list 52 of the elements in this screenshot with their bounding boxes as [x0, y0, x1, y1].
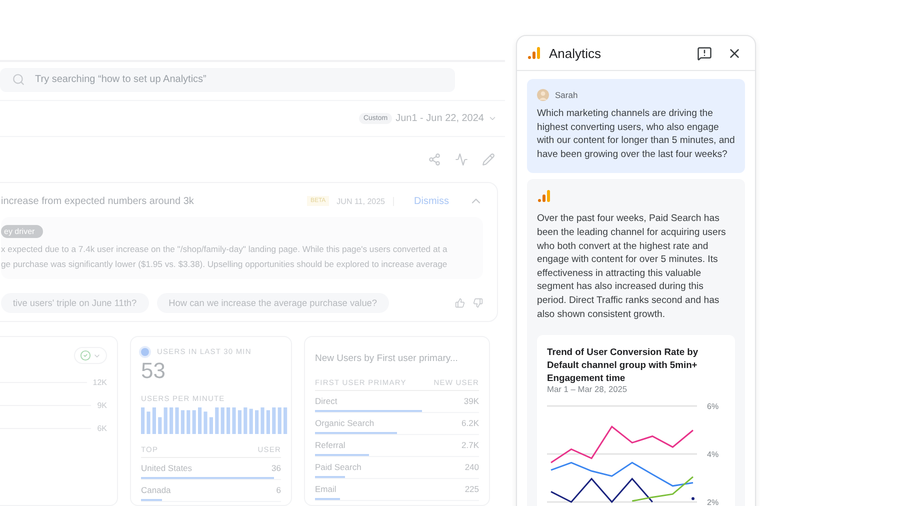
- axis-label: 6%: [707, 402, 719, 412]
- analytics-logo-icon: [527, 46, 541, 60]
- analytics-logo-icon: [537, 189, 551, 204]
- message-text: Which marketing channels are driving the highest converting users, who also engage with our content for longer than 5 minutes, and have been growing over the last four weeks?: [537, 107, 735, 162]
- card-title: New Users by First user primary...: [315, 353, 459, 364]
- table-cell: 6: [276, 485, 281, 495]
- status-dropdown[interactable]: [74, 347, 107, 364]
- axis-label: 12K: [92, 378, 107, 387]
- user-count: 53: [141, 358, 166, 384]
- axis-label: 9K: [97, 401, 107, 410]
- table-cell: Paid Search: [315, 462, 362, 472]
- table-cell: United States: [141, 463, 192, 473]
- axis-label: 2%: [707, 498, 719, 506]
- live-dot-icon: [141, 348, 149, 356]
- suggestion-chip[interactable]: tive users' triple on June 11th?: [1, 293, 149, 313]
- thumbs-up-icon[interactable]: [455, 298, 465, 308]
- table-cell: 36: [272, 463, 281, 473]
- table-cell: Email: [315, 484, 336, 494]
- check-circle-icon: [80, 350, 91, 361]
- axis-label: 6K: [97, 424, 107, 433]
- insight-text: x expected due to a 7.4k user increase on the "/shop/family-day" landing page. While this page's users converted at a: [1, 244, 448, 254]
- axis-label: 4%: [707, 450, 719, 460]
- chart-title: Trend of User Conversion Rate by Default channel group with 5min+ Engagement time: [547, 345, 700, 384]
- table-cell: 6.2K: [462, 418, 479, 428]
- search-field[interactable]: Try searching “how to set up Analytics”: [0, 68, 455, 92]
- insight-date: JUN 11, 2025: [336, 196, 394, 206]
- trend-line-icon[interactable]: [455, 153, 468, 166]
- pencil-icon[interactable]: [482, 153, 495, 166]
- feedback-icon: [696, 46, 712, 60]
- thumbs-down-icon[interactable]: [473, 298, 483, 308]
- avatar-icon: [537, 89, 549, 101]
- table-cell: Canada: [141, 485, 171, 495]
- search-placeholder: Try searching “how to set up Analytics”: [35, 74, 206, 86]
- search-icon: [12, 73, 25, 86]
- table-cell: Direct: [315, 396, 338, 406]
- suggestion-chip[interactable]: How can we increase the average purchase value?: [156, 293, 390, 313]
- panel-title: Analytics: [549, 46, 602, 60]
- author-name: Sarah: [555, 90, 578, 100]
- table-cell: 39K: [464, 396, 479, 406]
- chart-subtitle: Mar 1 – Mar 28, 2025: [547, 384, 628, 394]
- insight-title: increase from expected numbers around 3k: [1, 196, 195, 206]
- key-driver-tag: ey driver: [1, 225, 43, 238]
- table-cell: Referral: [315, 440, 346, 450]
- message-text: Over the past four weeks, Paid Search has been the leading channel for acquiring users who both convert at the highest rate and engage with content for over 5 minutes. Its effectiveness in attracting this valuable segment has also increased during this period. Direct Traffic ranks second and has also shown consistent growth.: [537, 212, 727, 322]
- table-cell: 240: [464, 462, 479, 472]
- table-cell: Organic Search: [315, 418, 374, 428]
- table-cell: 2.7K: [462, 440, 479, 450]
- share-icon[interactable]: [428, 153, 441, 166]
- insight-text: ge purchase was significantly lower ($1.95 vs. $3.38). Upselling opportunities should be explored to increase average: [1, 259, 448, 269]
- date-range[interactable]: Jun1 - Jun 22, 2024: [396, 112, 484, 124]
- table-cell: 225: [464, 484, 479, 494]
- dismiss-button[interactable]: Dismiss: [402, 196, 461, 206]
